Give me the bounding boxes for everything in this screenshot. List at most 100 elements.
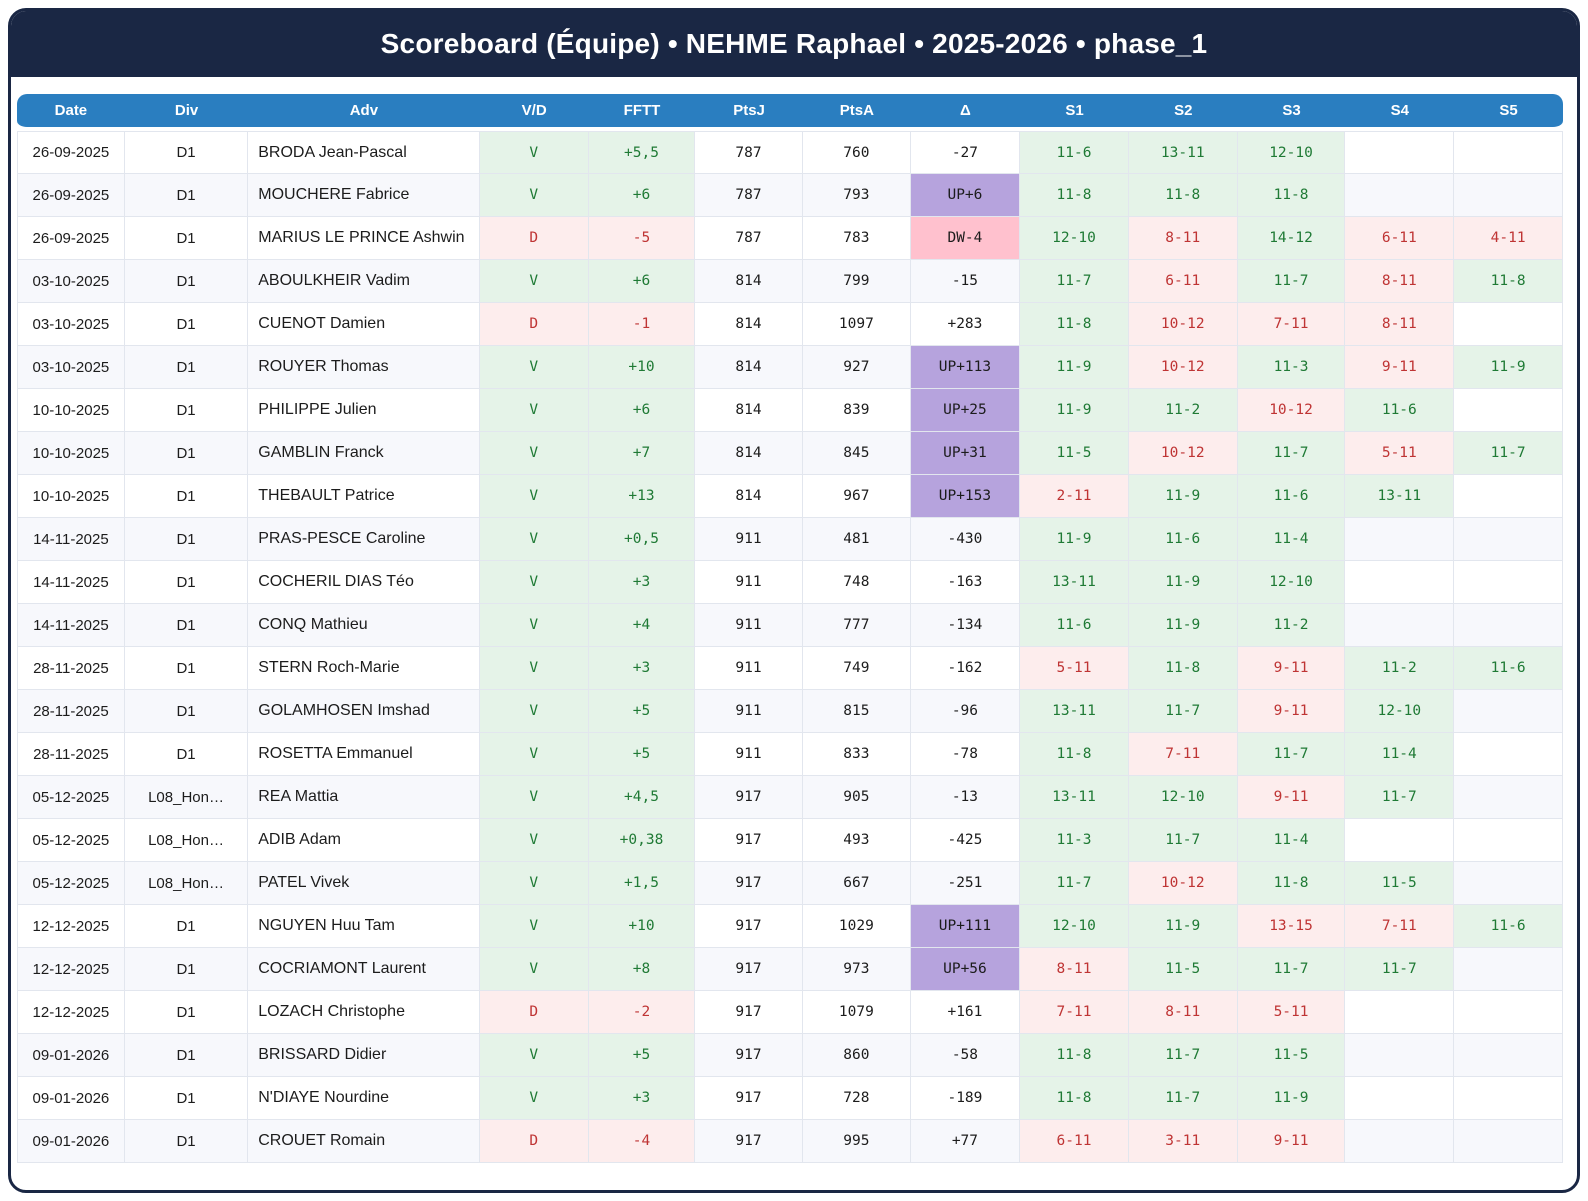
cell-set-score: 10-12: [1128, 432, 1238, 475]
cell-delta: UP+111: [910, 905, 1021, 948]
cell-date: 09-01-2026: [17, 1034, 125, 1077]
cell-set-score: 11-8: [1454, 260, 1563, 303]
col-header-div: Div: [124, 94, 249, 131]
cell-delta: UP+25: [910, 389, 1021, 432]
cell-division: D1: [124, 1120, 249, 1163]
cell-fftt-points: +5: [588, 733, 696, 776]
cell-result: V: [479, 1077, 589, 1120]
cell-result: D: [479, 303, 589, 346]
cell-set-score: [1454, 131, 1563, 174]
cell-set-score: 11-9: [1128, 604, 1238, 647]
cell-division: D1: [124, 561, 249, 604]
table-row: 14-11-2025 D1 COCHERIL DIAS Téo V +3 911 748 -1…: [17, 561, 1563, 604]
cell-set-score: [1454, 733, 1563, 776]
cell-set-score: [1454, 690, 1563, 733]
cell-set-score: 11-9: [1128, 561, 1238, 604]
cell-date: 09-01-2026: [17, 1077, 125, 1120]
cell-date: 09-01-2026: [17, 1120, 125, 1163]
cell-set-score: 11-8: [1237, 174, 1346, 217]
cell-division: L08_Hon…: [124, 862, 249, 905]
cell-set-score: 12-10: [1020, 217, 1129, 260]
cell-points-player: 917: [695, 1077, 803, 1120]
cell-set-score: 11-8: [1020, 303, 1129, 346]
cell-set-score: 11-3: [1237, 346, 1346, 389]
cell-opponent: ABOULKHEIR Vadim: [248, 260, 480, 303]
cell-set-score: 9-11: [1237, 776, 1346, 819]
cell-set-score: 10-12: [1237, 389, 1346, 432]
cell-set-score: 11-6: [1128, 518, 1238, 561]
cell-set-score: [1454, 389, 1563, 432]
cell-date: 05-12-2025: [17, 776, 125, 819]
cell-delta: -134: [910, 604, 1021, 647]
cell-set-score: 11-5: [1345, 862, 1455, 905]
cell-points-player: 917: [695, 862, 803, 905]
cell-set-score: [1454, 303, 1563, 346]
cell-set-score: 12-10: [1237, 131, 1346, 174]
cell-points-player: 814: [695, 475, 803, 518]
cell-set-score: 11-7: [1128, 1077, 1238, 1120]
cell-points-player: 917: [695, 1120, 803, 1163]
cell-division: L08_Hon…: [124, 819, 249, 862]
cell-set-score: 3-11: [1128, 1120, 1238, 1163]
cell-set-score: 9-11: [1345, 346, 1455, 389]
cell-set-score: [1454, 174, 1563, 217]
cell-set-score: 11-2: [1345, 647, 1455, 690]
cell-fftt-points: +3: [588, 561, 696, 604]
cell-date: 10-10-2025: [17, 389, 125, 432]
table-row: 10-10-2025 D1 GAMBLIN Franck V +7 814 845 UP+31…: [17, 432, 1563, 475]
cell-set-score: 8-11: [1128, 991, 1238, 1034]
cell-result: V: [479, 346, 589, 389]
cell-points-opponent: 777: [802, 604, 911, 647]
cell-set-score: 11-7: [1020, 862, 1129, 905]
cell-delta: +283: [910, 303, 1021, 346]
cell-set-score: [1345, 1120, 1455, 1163]
cell-set-score: 11-8: [1128, 174, 1238, 217]
cell-set-score: 11-7: [1345, 776, 1455, 819]
cell-opponent: ROUYER Thomas: [248, 346, 480, 389]
cell-points-opponent: 815: [802, 690, 911, 733]
cell-set-score: 6-11: [1128, 260, 1238, 303]
cell-points-opponent: 927: [802, 346, 911, 389]
table-row: 03-10-2025 D1 CUENOT Damien D -1 814 1097 +283 1…: [17, 303, 1563, 346]
cell-date: 12-12-2025: [17, 991, 125, 1034]
cell-points-player: 911: [695, 690, 803, 733]
cell-result: V: [479, 647, 589, 690]
cell-result: D: [479, 1120, 589, 1163]
scoreboard-card: Scoreboard (Équipe) • NEHME Raphael • 20…: [8, 8, 1580, 1193]
col-header-s3: S3: [1237, 94, 1346, 131]
cell-date: 28-11-2025: [17, 690, 125, 733]
cell-set-score: 11-6: [1454, 905, 1563, 948]
cell-set-score: 11-6: [1020, 131, 1129, 174]
cell-result: V: [479, 905, 589, 948]
cell-result: V: [479, 389, 589, 432]
cell-set-score: 11-7: [1237, 733, 1346, 776]
cell-result: V: [479, 604, 589, 647]
cell-set-score: 11-8: [1128, 647, 1238, 690]
table-row: 05-12-2025 L08_Hon… REA Mattia V +4,5 917 905-…: [17, 776, 1563, 819]
cell-opponent: NGUYEN Huu Tam: [248, 905, 480, 948]
cell-set-score: 10-12: [1128, 862, 1238, 905]
results-table-wrap: Date Div Adv V/D FFTT PtsJ PtsA Δ S1 S2 …: [11, 77, 1577, 1173]
cell-set-score: 6-11: [1345, 217, 1455, 260]
table-row: 09-01-2026 D1 CROUET Romain D -4 917 995 +77 6-1…: [17, 1120, 1563, 1163]
cell-delta: DW-4: [910, 217, 1021, 260]
cell-set-score: 11-7: [1128, 690, 1238, 733]
cell-set-score: 9-11: [1237, 647, 1346, 690]
cell-delta: -430: [910, 518, 1021, 561]
cell-points-player: 917: [695, 905, 803, 948]
cell-set-score: 11-2: [1237, 604, 1346, 647]
cell-set-score: 5-11: [1020, 647, 1129, 690]
cell-opponent: PATEL Vivek: [248, 862, 480, 905]
cell-points-opponent: 1097: [802, 303, 911, 346]
cell-set-score: 2-11: [1020, 475, 1129, 518]
cell-set-score: [1345, 1077, 1455, 1120]
cell-division: D1: [124, 647, 249, 690]
cell-opponent: BRODA Jean-Pascal: [248, 131, 480, 174]
cell-result: D: [479, 217, 589, 260]
cell-set-score: 10-12: [1128, 346, 1238, 389]
cell-date: 03-10-2025: [17, 260, 125, 303]
table-row: 05-12-2025 L08_Hon… PATEL Vivek V +1,5 917 667…: [17, 862, 1563, 905]
cell-division: D1: [124, 303, 249, 346]
cell-opponent: ADIB Adam: [248, 819, 480, 862]
cell-division: D1: [124, 991, 249, 1034]
